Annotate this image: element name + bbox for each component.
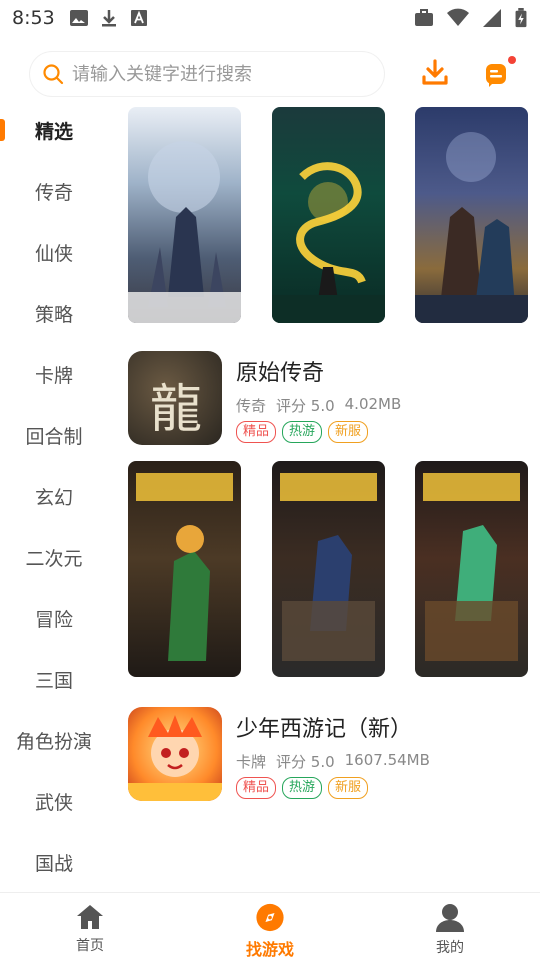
- game-meta: 卡牌 评分 5.0 1607.54MB: [236, 751, 430, 772]
- battery-icon: [515, 8, 527, 28]
- notification-dot: [508, 56, 516, 64]
- nav-home[interactable]: 首页: [0, 893, 180, 960]
- game-icon: 龍: [128, 351, 222, 445]
- game-rating: 评分 5.0: [276, 397, 335, 415]
- sidebar-item-turn-based[interactable]: 回合制: [0, 405, 108, 466]
- game-size: 1607.54MB: [344, 751, 430, 769]
- nav-find-games[interactable]: 找游戏: [180, 893, 360, 960]
- category-sidebar: 精选 传奇 仙侠 策略 卡牌 回合制 玄幻 二次元 冒险 三国 角色扮演 武侠 …: [0, 100, 108, 892]
- sidebar-item-three-kingdoms[interactable]: 三国: [0, 649, 108, 710]
- sidebar-item-strategy[interactable]: 策略: [0, 283, 108, 344]
- image-icon: [69, 10, 88, 26]
- sidebar-item-legend[interactable]: 传奇: [0, 161, 108, 222]
- game-title: 少年西游记（新）: [236, 717, 413, 742]
- search-icon: [43, 64, 64, 85]
- poster-artwork: [128, 141, 241, 323]
- game-icon-art: [128, 715, 222, 801]
- compass-icon: [256, 903, 284, 932]
- sidebar-item-fantasy[interactable]: 玄幻: [0, 466, 108, 527]
- game-poster[interactable]: [128, 107, 241, 323]
- game-tags: 精品 热游 新服: [236, 777, 369, 799]
- search-input[interactable]: [72, 63, 362, 85]
- poster-row-2: [128, 461, 528, 677]
- sidebar-item-adventure[interactable]: 冒险: [0, 588, 108, 649]
- tag-premium: 精品: [236, 421, 277, 443]
- user-icon: [436, 904, 464, 932]
- download-icon: [101, 10, 116, 27]
- status-time: 8:53: [12, 7, 55, 29]
- tag-new-server: 新服: [328, 777, 369, 799]
- message-icon: [486, 64, 506, 87]
- game-poster[interactable]: [415, 461, 528, 677]
- game-feed: 龍 原始传奇 传奇 评分 5.0 4.02MB 精品 热游 新服 少年西游记（新…: [128, 100, 528, 817]
- sidebar-item-wuxia[interactable]: 武侠: [0, 771, 108, 832]
- game-category: 卡牌: [236, 753, 267, 771]
- message-button[interactable]: [482, 56, 516, 88]
- tag-new-server: 新服: [328, 421, 369, 443]
- game-poster[interactable]: [415, 107, 528, 323]
- game-meta: 传奇 评分 5.0 4.02MB: [236, 395, 401, 416]
- download-icon: [422, 59, 448, 85]
- game-title: 原始传奇: [236, 361, 325, 386]
- game-list-item[interactable]: 龍 原始传奇 传奇 评分 5.0 4.02MB 精品 热游 新服: [128, 351, 528, 461]
- poster-artwork: [415, 132, 528, 323]
- signal-icon: [483, 9, 501, 27]
- game-poster[interactable]: [271, 461, 385, 677]
- game-poster[interactable]: [128, 461, 241, 677]
- tag-hot: 热游: [282, 421, 323, 443]
- tag-hot: 热游: [282, 777, 323, 799]
- game-icon-glyph: 龍: [150, 380, 203, 440]
- sidebar-item-anime[interactable]: 二次元: [0, 527, 108, 588]
- sidebar-item-card[interactable]: 卡牌: [0, 344, 108, 405]
- download-manager-button[interactable]: [420, 58, 450, 88]
- game-tags: 精品 热游 新服: [236, 421, 369, 443]
- tag-premium: 精品: [236, 777, 277, 799]
- bottom-navigation: 首页 找游戏 我的: [0, 892, 540, 960]
- poster-artwork: [279, 473, 377, 661]
- nav-home-label: 首页: [76, 938, 104, 954]
- a-icon: [130, 10, 147, 26]
- briefcase-icon: [415, 9, 433, 26]
- game-list-item[interactable]: 少年西游记（新） 卡牌 评分 5.0 1607.54MB 精品 热游 新服: [128, 707, 528, 817]
- poster-row-1: [128, 107, 528, 323]
- game-icon: [128, 707, 222, 801]
- nav-mine[interactable]: 我的: [360, 893, 540, 960]
- home-icon: [77, 905, 103, 929]
- sidebar-item-featured[interactable]: 精选: [0, 100, 108, 161]
- status-bar: 8:53: [0, 0, 540, 36]
- game-rating: 评分 5.0: [276, 753, 335, 771]
- wifi-icon: [447, 8, 469, 26]
- sidebar-item-xianxia[interactable]: 仙侠: [0, 222, 108, 283]
- game-poster[interactable]: [271, 107, 385, 323]
- sidebar-item-nation-war[interactable]: 国战: [0, 832, 108, 893]
- nav-find-games-label: 找游戏: [245, 940, 294, 959]
- search-bar[interactable]: [30, 52, 384, 96]
- poster-artwork: [271, 162, 385, 323]
- poster-artwork: [423, 473, 520, 661]
- poster-artwork: [136, 473, 233, 661]
- game-size: 4.02MB: [344, 395, 402, 413]
- nav-mine-label: 我的: [436, 940, 464, 956]
- game-category: 传奇: [236, 397, 267, 415]
- sidebar-item-rpg[interactable]: 角色扮演: [0, 710, 108, 771]
